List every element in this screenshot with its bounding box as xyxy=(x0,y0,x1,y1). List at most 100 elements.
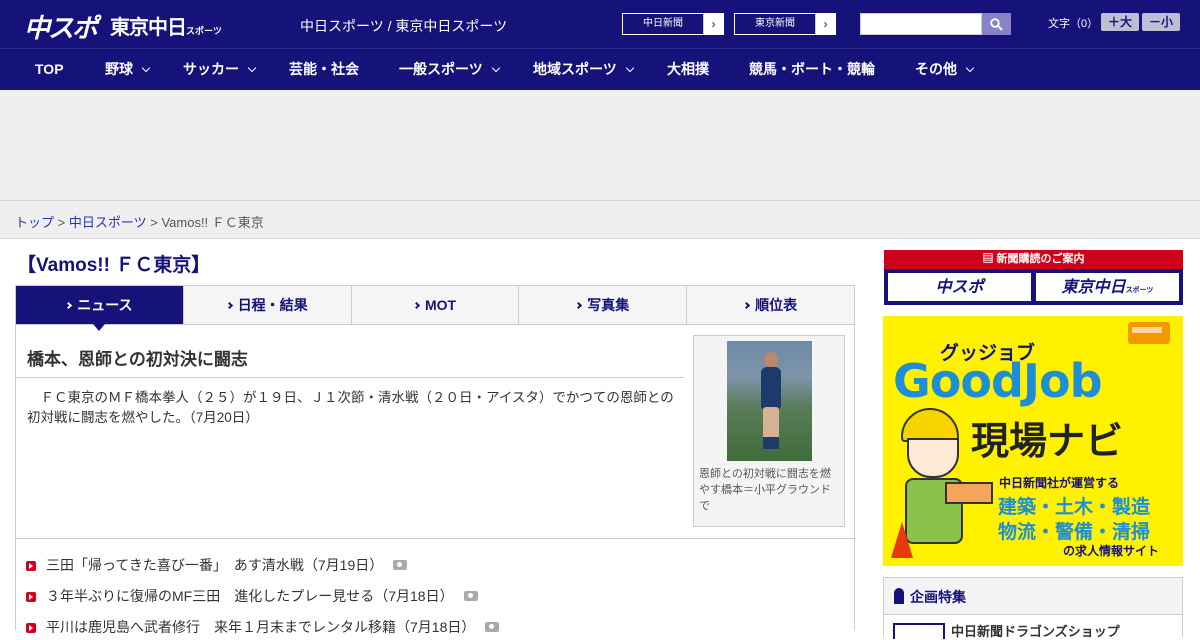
bullet-arrow-icon xyxy=(26,592,36,602)
tokyo-chunichi-logo-text: 東京中日 xyxy=(110,15,187,39)
nav-entertainment[interactable]: 芸能・社会 xyxy=(289,49,359,91)
breadcrumb-bar: トップ > 中日スポーツ > Vamos!! ＦＣ東京 xyxy=(0,200,1200,239)
nav-sumo[interactable]: 大相撲 xyxy=(667,49,709,91)
feature-item[interactable]: 中日新聞ドラゴンズショップ xyxy=(884,614,1182,639)
tokyo-chunichi-logo[interactable]: 東京中日スポーツ xyxy=(110,11,222,40)
news-title: 三田「帰ってきた喜び一番」 あす清水戦（7月19日） xyxy=(46,557,384,573)
tokyo-shimbun-link[interactable]: 東京新聞 › xyxy=(734,13,836,35)
tab-schedule-label: 日程・結果 xyxy=(237,297,308,313)
goodjob-line4: の求人情報サイト xyxy=(1063,544,1160,558)
goodjob-subtitle: 現場ナビ xyxy=(971,419,1124,463)
tab-mot[interactable]: MOT xyxy=(352,286,520,324)
search-icon xyxy=(990,18,1003,31)
chevron-right-icon: › xyxy=(703,14,723,34)
subscription-heading: ▤ 新聞購読のご案内 xyxy=(884,250,1183,269)
player-sock-shape xyxy=(763,437,779,449)
divider xyxy=(16,377,684,378)
ribbon-icon xyxy=(894,588,904,604)
tab-photos-label: 写真集 xyxy=(587,297,630,313)
font-bigger-button[interactable]: ＋大 xyxy=(1101,13,1139,31)
subscribe-chuspo-button[interactable]: 中スポ xyxy=(888,273,1031,301)
feature-heading: 企画特集 xyxy=(894,586,966,607)
nav-entertainment-label: 芸能・社会 xyxy=(289,61,359,77)
tab-standings[interactable]: 順位表 xyxy=(687,286,854,324)
nav-baseball-label: 野球 xyxy=(105,61,133,77)
nav-top[interactable]: TOP xyxy=(35,49,64,91)
truck-icon xyxy=(1128,322,1170,344)
chevron-right-icon xyxy=(65,301,73,310)
nav-baseball[interactable]: 野球 xyxy=(105,49,151,91)
goodjob-line2: 建築・土木・製造 xyxy=(998,497,1151,518)
feature-thumbnail xyxy=(893,623,945,639)
chevron-right-icon xyxy=(743,301,751,310)
site-title: 中日スポーツ / 東京中日スポーツ xyxy=(300,18,508,34)
news-title: 平川は鹿児島へ武者修行 来年１月末までレンタル移籍（7月18日） xyxy=(46,619,476,635)
worker-helmet-illustration xyxy=(901,408,959,442)
feature-heading-text: 企画特集 xyxy=(910,589,966,605)
breadcrumb-current: Vamos!! ＦＣ東京 xyxy=(161,215,264,230)
section-tabs: ニュース 日程・結果 MOT 写真集 順位表 xyxy=(15,285,855,331)
nav-other[interactable]: その他 xyxy=(915,49,975,91)
photo-caption: 恩師との初対戦に闘志を燃やす橋本＝小平グラウンドで xyxy=(699,468,831,512)
chevron-down-icon xyxy=(965,63,975,73)
news-list: 三田「帰ってきた喜び一番」 あす清水戦（7月19日） ３年半ぶりに復帰のMF三田… xyxy=(15,539,855,635)
camera-icon xyxy=(485,622,500,632)
player-head-shape xyxy=(764,352,778,368)
search-button[interactable] xyxy=(982,13,1011,35)
goodjob-line3: 物流・警備・清掃 xyxy=(998,522,1151,543)
tab-news-label: ニュース xyxy=(77,297,133,313)
page-title: 【Vamos!! ＦＣ東京】 xyxy=(17,255,211,276)
chevron-down-icon xyxy=(141,63,151,73)
nav-racing-label: 競馬・ボート・競輪 xyxy=(749,61,875,77)
chevron-down-icon xyxy=(491,63,500,73)
font-smaller-button[interactable]: －小 xyxy=(1142,13,1180,31)
chevron-right-icon xyxy=(225,301,233,310)
breadcrumb-separator: > xyxy=(57,215,66,230)
chevron-down-icon xyxy=(625,63,634,73)
chunichi-shimbun-link[interactable]: 中日新聞 › xyxy=(622,13,724,35)
subscription-box: ▤ 新聞購読のご案内 中スポ 東京中日スポーツ xyxy=(884,250,1183,305)
article-title[interactable]: 橋本、恩師との初対決に闘志 xyxy=(27,345,248,370)
breadcrumb-section[interactable]: 中日スポーツ xyxy=(69,215,147,230)
article-photo-box: 恩師との初対戦に闘志を燃やす橋本＝小平グラウンドで xyxy=(693,335,845,527)
tab-schedule[interactable]: 日程・結果 xyxy=(184,286,352,324)
nav-racing[interactable]: 競馬・ボート・競輪 xyxy=(749,49,875,91)
subscribe-tokyo-chunichi-small: スポーツ xyxy=(1125,286,1154,294)
camera-icon xyxy=(393,560,408,570)
goodjob-ad-banner[interactable]: グッジョブ GoodJob 現場ナビ 中日新聞社が運営する 建築・土木・製造 物… xyxy=(883,316,1183,566)
nav-other-label: その他 xyxy=(915,61,957,77)
chevron-right-icon xyxy=(412,301,420,310)
list-item[interactable]: 平川は鹿児島へ武者修行 来年１月末までレンタル移籍（7月18日） xyxy=(26,617,500,637)
nav-local-sports[interactable]: 地域スポーツ xyxy=(533,49,634,91)
player-body-shape xyxy=(761,367,781,409)
tab-news[interactable]: ニュース xyxy=(16,286,184,331)
tokyo-chunichi-logo-small: スポーツ xyxy=(186,27,222,37)
chunichi-sports-logo[interactable]: 中スポ xyxy=(24,8,98,45)
bullet-arrow-icon xyxy=(26,623,36,633)
nav-local-sports-label: 地域スポーツ xyxy=(533,61,617,77)
subscription-heading-text: 新聞購読のご案内 xyxy=(996,253,1085,265)
main-nav: TOP 野球 サッカー 芸能・社会 一般スポーツ 地域スポーツ 大相撲 競馬・ボ… xyxy=(0,48,1200,90)
list-item[interactable]: 三田「帰ってきた喜び一番」 あす清水戦（7月19日） xyxy=(26,555,408,575)
tab-mot-label: MOT xyxy=(424,297,457,313)
breadcrumb-separator: > xyxy=(150,215,158,230)
font-size-label: 文字（0） xyxy=(1048,18,1099,30)
nav-soccer-label: サッカー xyxy=(183,61,239,77)
search-input[interactable] xyxy=(860,13,982,35)
tab-photos[interactable]: 写真集 xyxy=(519,286,688,324)
breadcrumb-home[interactable]: トップ xyxy=(15,215,54,230)
subscribe-tokyo-chunichi-button[interactable]: 東京中日スポーツ xyxy=(1036,273,1179,301)
list-item[interactable]: ３年半ぶりに復帰のMF三田 進化したプレー見せる（7月18日） xyxy=(26,586,478,606)
goodjob-line1: 中日新聞社が運営する xyxy=(999,476,1120,490)
nav-general-sports[interactable]: 一般スポーツ xyxy=(399,49,500,91)
breadcrumb: トップ > 中日スポーツ > Vamos!! ＦＣ東京 xyxy=(15,212,264,231)
chevron-right-icon: › xyxy=(815,14,835,34)
article-photo[interactable] xyxy=(727,341,812,461)
goodjob-logo: GoodJob xyxy=(893,354,1103,408)
article-body: ＦＣ東京のＭＦ橋本拳人（２５）が１９日、Ｊ１次節・清水戦（２０日・アイスタ）でか… xyxy=(27,390,674,425)
chevron-right-icon xyxy=(575,301,583,310)
subscribe-tokyo-chunichi-text: 東京中日 xyxy=(1061,277,1126,296)
nav-soccer[interactable]: サッカー xyxy=(183,49,257,91)
news-title: ３年半ぶりに復帰のMF三田 進化したプレー見せる（7月18日） xyxy=(46,588,454,604)
nav-general-sports-label: 一般スポーツ xyxy=(399,61,483,77)
